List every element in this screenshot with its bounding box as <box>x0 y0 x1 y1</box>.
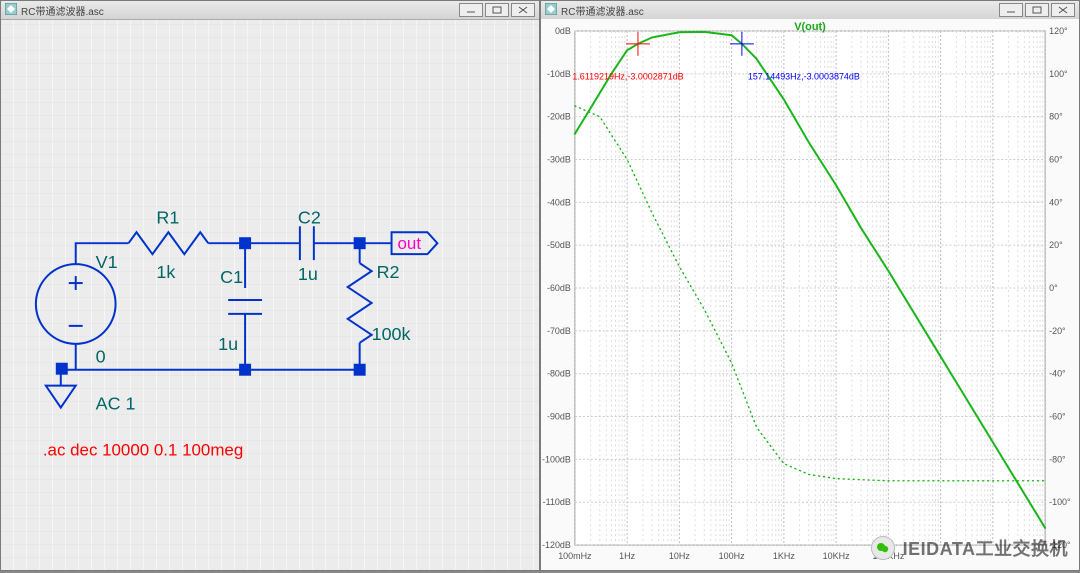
svg-text:20°: 20° <box>1049 240 1063 250</box>
maximize-button[interactable] <box>485 3 509 17</box>
svg-text:-20dB: -20dB <box>547 112 571 122</box>
maximize-button[interactable] <box>1025 3 1049 17</box>
svg-text:-40°: -40° <box>1049 369 1066 379</box>
close-button[interactable] <box>511 3 535 17</box>
ltspice-icon <box>545 3 557 18</box>
svg-text:-90dB: -90dB <box>547 412 571 422</box>
svg-text:-60°: -60° <box>1049 412 1066 422</box>
svg-text:-80dB: -80dB <box>547 369 571 379</box>
svg-text:10Hz: 10Hz <box>669 551 690 561</box>
c1-value: 1u <box>218 334 238 354</box>
svg-text:-80°: -80° <box>1049 454 1066 464</box>
r2-value: 100k <box>372 324 411 344</box>
svg-text:100Hz: 100Hz <box>719 551 745 561</box>
svg-text:-100dB: -100dB <box>542 454 571 464</box>
svg-text:-10dB: -10dB <box>547 69 571 79</box>
svg-text:-110dB: -110dB <box>543 497 571 507</box>
svg-text:1Hz: 1Hz <box>619 551 635 561</box>
svg-text:60°: 60° <box>1049 154 1063 164</box>
svg-text:0dB: 0dB <box>555 26 571 36</box>
svg-text:1KHz: 1KHz <box>773 551 795 561</box>
schematic-titlebar: RC带通滤波器.asc <box>1 1 539 20</box>
net-label-out[interactable]: out <box>392 232 438 254</box>
ltspice-icon <box>5 3 17 18</box>
bode-plot[interactable]: 0dB -10dB -20dB -30dB -40dB -50dB -60dB -70dB -8… <box>541 19 1079 570</box>
svg-text:120°: 120° <box>1049 26 1068 36</box>
minimize-button[interactable] <box>999 3 1023 17</box>
c2-label: C2 <box>298 207 321 227</box>
svg-text:-20°: -20° <box>1049 326 1066 336</box>
v1-value: 0 <box>96 347 106 367</box>
c2-value: 1u <box>298 264 318 284</box>
schematic-window: RC带通滤波器.asc <box>0 0 540 571</box>
close-button[interactable] <box>1051 3 1075 17</box>
svg-text:10KHz: 10KHz <box>823 551 850 561</box>
out-text: out <box>398 234 422 253</box>
schematic-title: RC带通滤波器.asc <box>21 3 104 18</box>
watermark: IEIDATA工业交换机 <box>871 535 1068 561</box>
plot-title: RC带通滤波器.asc <box>561 3 644 18</box>
svg-text:40°: 40° <box>1049 197 1063 207</box>
svg-text:-40dB: -40dB <box>547 197 571 207</box>
svg-text:-120dB: -120dB <box>542 540 571 550</box>
svg-text:-70dB: -70dB <box>547 326 571 336</box>
plot-window: RC带通滤波器.asc 0dB -10dB -20dB -30dB -40dB -50dB… <box>540 0 1080 571</box>
c1-label: C1 <box>220 267 243 287</box>
svg-text:-60dB: -60dB <box>547 283 571 293</box>
watermark-text: IEIDATA工业交换机 <box>903 535 1068 561</box>
svg-text:100mHz: 100mHz <box>558 551 592 561</box>
svg-text:V(out): V(out) <box>794 21 826 33</box>
svg-text:157.14493Hz,-3.0003874dB: 157.14493Hz,-3.0003874dB <box>748 72 860 82</box>
svg-text:80°: 80° <box>1049 112 1063 122</box>
svg-text:1.6119219Hz,-3.0002871dB: 1.6119219Hz,-3.0002871dB <box>572 72 683 82</box>
r2-label: R2 <box>377 262 400 282</box>
svg-text:-30dB: -30dB <box>547 154 571 164</box>
v1-label: V1 <box>96 252 118 272</box>
v1-ac: AC 1 <box>96 394 136 414</box>
wechat-icon <box>871 536 895 560</box>
plot-titlebar: RC带通滤波器.asc <box>541 1 1079 20</box>
r1-value: 1k <box>156 262 175 282</box>
minimize-button[interactable] <box>459 3 483 17</box>
svg-text:-100°: -100° <box>1049 497 1071 507</box>
spice-directive[interactable]: .ac dec 10000 0.1 100meg <box>43 440 243 459</box>
svg-text:-50dB: -50dB <box>547 240 571 250</box>
schematic-canvas[interactable]: out V1 0 AC 1 R1 1k C1 1u C2 1u R2 100k <box>1 19 539 570</box>
svg-text:100°: 100° <box>1049 69 1068 79</box>
svg-text:0°: 0° <box>1049 283 1058 293</box>
r1-label: R1 <box>156 207 179 227</box>
